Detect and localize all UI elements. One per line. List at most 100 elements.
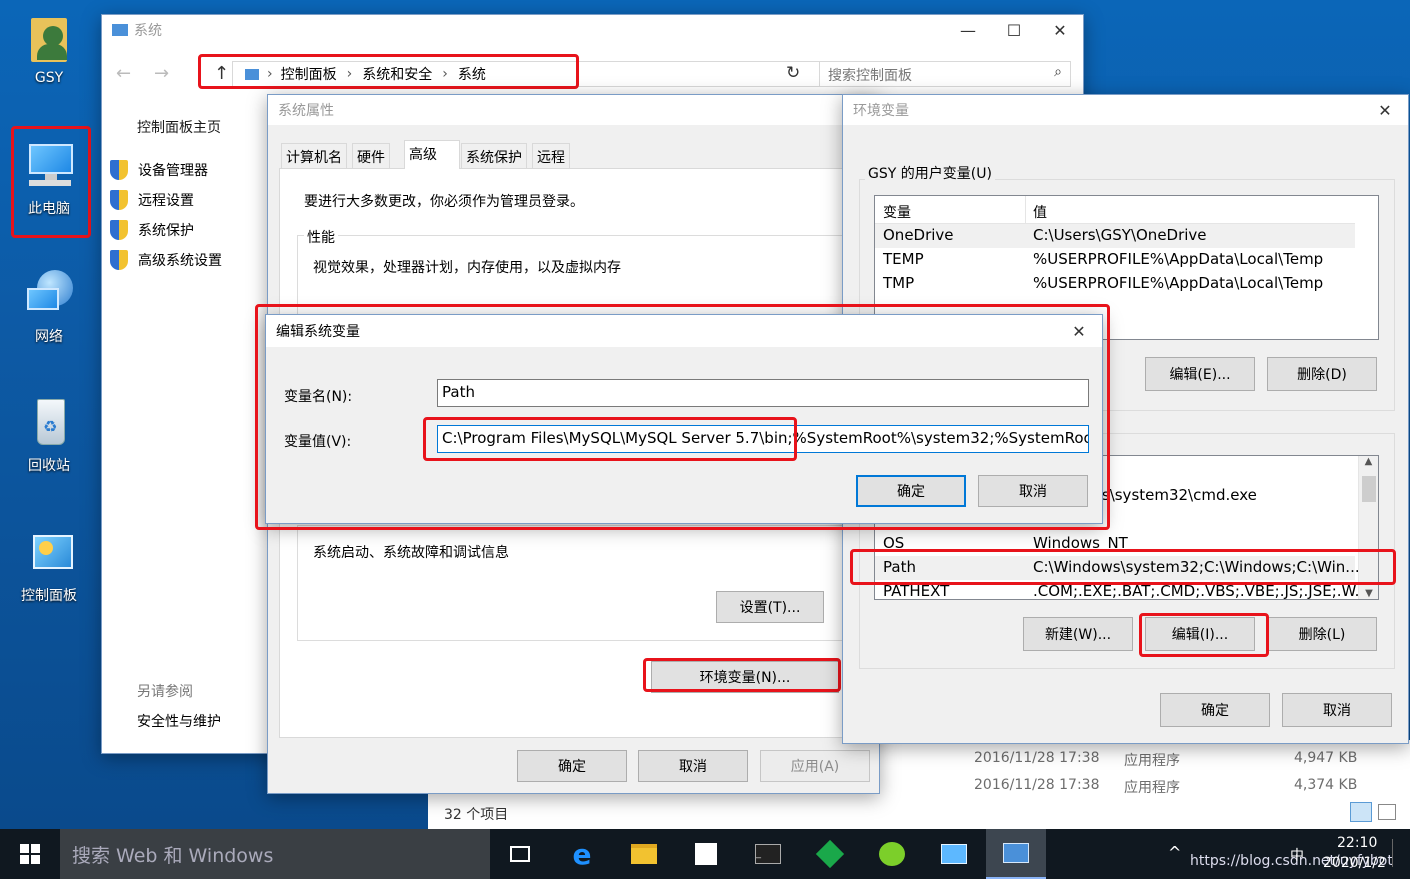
store-icon[interactable] (676, 829, 736, 879)
clock-date[interactable]: 2020/1/2 (1323, 855, 1386, 871)
task-view-icon[interactable] (490, 829, 550, 879)
control-panel-taskbar-icon[interactable] (924, 829, 984, 879)
table-row-path[interactable]: Path C:\Windows\system32;C:\Windows;C:\W… (875, 556, 1360, 580)
uac-shield-icon (110, 220, 128, 240)
sidebar-item-device-manager[interactable]: 设备管理器 (110, 160, 208, 180)
user-delete-button[interactable]: 删除(D) (1267, 357, 1377, 391)
breadcrumb-control-panel[interactable]: 控制面板 (281, 64, 337, 84)
up-arrow-icon[interactable]: ↑ (214, 63, 229, 84)
taskbar-search-box[interactable]: 搜索 Web 和 Windows (60, 829, 490, 879)
system-delete-button[interactable]: 删除(L) (1267, 617, 1377, 651)
refresh-icon[interactable]: ↻ (786, 63, 800, 83)
desktop-icon-this-pc[interactable]: 此电脑 (9, 140, 89, 218)
envvars-ok-button[interactable]: 确定 (1160, 693, 1270, 727)
command-prompt-icon[interactable]: _ (738, 829, 798, 879)
edit-titlebar[interactable]: 编辑系统变量 ✕ (266, 315, 1102, 347)
desktop-icon-control-panel[interactable]: 控制面板 (9, 527, 89, 605)
sysprops-cancel-button[interactable]: 取消 (638, 750, 748, 782)
notification-icon[interactable] (1392, 839, 1406, 867)
sysprops-apply-button[interactable]: 应用(A) (760, 750, 870, 782)
column-value[interactable]: 值 (1033, 202, 1047, 222)
tray-chevron-icon[interactable]: ^ (1168, 843, 1181, 862)
envvars-titlebar[interactable]: 环境变量 ✕ (843, 95, 1408, 125)
startup-settings-button[interactable]: 设置(T)... (716, 591, 824, 623)
user-edit-button[interactable]: 编辑(E)... (1145, 357, 1255, 391)
address-bar[interactable]: › 控制面板 › 系统和安全 › 系统 ⌄ (232, 61, 880, 87)
security-maintenance-link[interactable]: 安全性与维护 (137, 711, 221, 731)
sidebar-item-remote[interactable]: 远程设置 (110, 190, 194, 210)
breadcrumb-system-security[interactable]: 系统和安全 (362, 64, 432, 84)
system-titlebar[interactable]: 系统 — ☐ ✕ (102, 15, 1083, 45)
column-variable[interactable]: 变量 (883, 202, 911, 222)
tab-advanced[interactable]: 高级 (404, 140, 460, 169)
system-edit-button[interactable]: 编辑(I)... (1145, 617, 1255, 651)
forward-arrow-icon[interactable]: → (154, 63, 169, 84)
sidebar-home-link[interactable]: 控制面板主页 (137, 117, 221, 137)
edge-browser-icon[interactable]: e (552, 829, 612, 879)
variable-name-field[interactable]: Path (437, 379, 1089, 407)
green-diamond-app-icon[interactable] (800, 829, 860, 879)
table-row[interactable]: TEMP %USERPROFILE%\AppData\Local\Temp (875, 248, 1355, 272)
sidebar-item-advanced[interactable]: 高级系统设置 (110, 250, 222, 270)
tiles-view-icon[interactable] (1378, 804, 1396, 820)
minimize-button[interactable]: — (945, 15, 991, 45)
desktop-icon-label: GSY (34, 70, 64, 86)
performance-group (297, 235, 857, 325)
file-explorer-icon[interactable] (614, 829, 674, 879)
variable-value-field[interactable]: C:\Program Files\MySQL\MySQL Server 5.7\… (437, 425, 1089, 453)
close-button[interactable]: ✕ (1037, 15, 1083, 45)
scroll-down-icon[interactable]: ▼ (1359, 588, 1378, 599)
tab-remote[interactable]: 远程 (532, 143, 570, 168)
desktop-icon-network[interactable]: 网络 (9, 268, 89, 346)
clock-time[interactable]: 22:10 (1337, 835, 1377, 851)
file-row[interactable]: 2016/11/28 17:38 应用程序 4,947 KB (974, 750, 1404, 774)
edit-ok-button[interactable]: 确定 (856, 475, 966, 507)
recycle-bin-icon: ♻ (23, 397, 75, 449)
desktop-icon-recycle-bin[interactable]: ♻ 回收站 (9, 397, 89, 475)
sidebar-item-protection[interactable]: 系统保护 (110, 220, 194, 240)
close-button[interactable]: ✕ (1362, 95, 1408, 125)
tab-computer-name[interactable]: 计算机名 (281, 143, 347, 168)
close-button[interactable]: ✕ (1056, 316, 1102, 346)
table-row[interactable]: OS Windows_NT (875, 532, 1355, 556)
tab-system-protection[interactable]: 系统保护 (461, 143, 527, 168)
ime-indicator[interactable]: 中 (1290, 845, 1304, 865)
environment-variables-button[interactable]: 环境变量(N)... (651, 661, 839, 693)
control-panel-search[interactable]: 搜索控制面板 ⌕ (819, 61, 1071, 87)
list-scrollbar[interactable]: ▲ ▼ (1358, 456, 1378, 599)
performance-group-label: 性能 (304, 227, 338, 247)
edit-system-variable-dialog: 编辑系统变量 ✕ 变量名(N): Path 变量值(V): C:\Program… (265, 314, 1103, 524)
desktop-icon-label: 此电脑 (28, 201, 70, 217)
table-row[interactable]: OneDrive C:\Users\GSY\OneDrive (875, 224, 1355, 248)
taskbar: 搜索 Web 和 Windows e _ ^ https://blog.csdn… (0, 829, 1410, 879)
performance-description: 视觉效果，处理器计划，内存使用，以及虚拟内存 (313, 260, 621, 276)
green-leaf-app-icon[interactable] (862, 829, 922, 879)
back-arrow-icon[interactable]: ← (116, 63, 131, 84)
system-new-button[interactable]: 新建(W)... (1023, 617, 1133, 651)
scroll-up-icon[interactable]: ▲ (1359, 456, 1378, 467)
desktop-icon-user[interactable]: GSY (9, 12, 89, 86)
details-view-icon[interactable] (1350, 802, 1372, 822)
sysprops-ok-button[interactable]: 确定 (517, 750, 627, 782)
envvars-cancel-button[interactable]: 取消 (1282, 693, 1392, 727)
breadcrumb-system[interactable]: 系统 (458, 64, 486, 84)
start-button[interactable] (0, 829, 60, 879)
tab-hardware[interactable]: 硬件 (352, 143, 390, 168)
startup-description: 系统启动、系统故障和调试信息 (313, 545, 509, 561)
uac-shield-icon (110, 160, 128, 180)
table-row[interactable]: PATHEXT .COM;.EXE;.BAT;.CMD;.VBS;.VBE;.J… (875, 580, 1369, 599)
breadcrumb-separator: › (442, 66, 448, 82)
scroll-thumb[interactable] (1362, 476, 1376, 502)
table-row[interactable]: TMP %USERPROFILE%\AppData\Local\Temp (875, 272, 1355, 296)
sidebar-item-label: 远程设置 (138, 193, 194, 209)
system-taskbar-icon-active[interactable] (986, 829, 1046, 879)
computer-small-icon (245, 68, 259, 80)
file-row[interactable]: 2016/11/28 17:38 应用程序 4,374 KB (974, 777, 1404, 801)
windows-logo-icon (20, 844, 40, 864)
sysprops-titlebar[interactable]: 系统属性 (268, 95, 879, 125)
status-item-count: 32 个项目 (444, 807, 509, 823)
maximize-button[interactable]: ☐ (991, 15, 1037, 45)
sidebar-item-label: 系统保护 (138, 223, 194, 239)
sysprops-title: 系统属性 (278, 103, 334, 119)
edit-cancel-button[interactable]: 取消 (978, 475, 1088, 507)
